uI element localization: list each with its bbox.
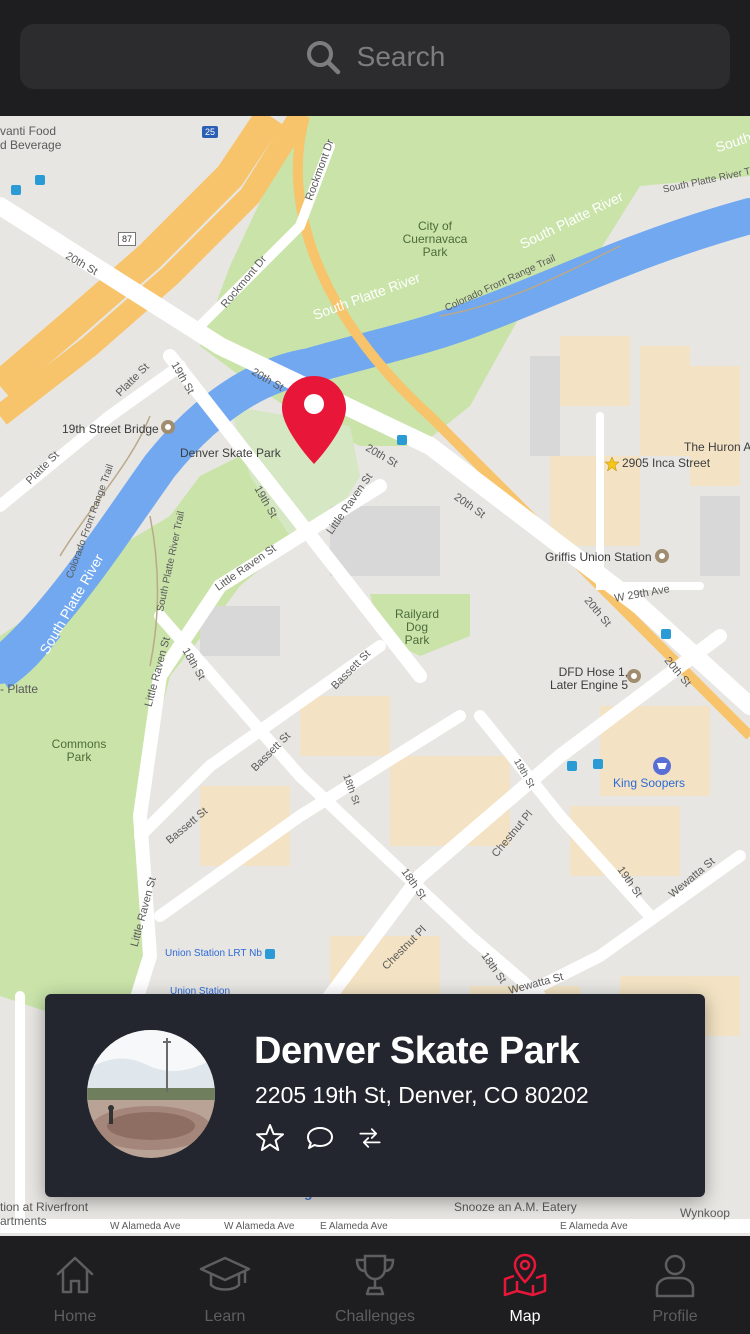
map-label: W Alameda Ave <box>224 1221 295 1232</box>
tab-challenges[interactable]: Challenges <box>300 1236 450 1334</box>
map-label: Railyard Dog Park <box>394 607 439 647</box>
place-name: Denver Skate Park <box>254 1030 580 1072</box>
transit-icon <box>265 949 275 959</box>
map-label: Griffis Union Station <box>545 550 652 564</box>
map-label: Commons Park <box>51 737 107 764</box>
trophy-icon <box>355 1254 395 1296</box>
top-bar: Search <box>0 0 750 116</box>
tab-label: Learn <box>204 1308 246 1325</box>
landmark-marker-icon <box>161 420 175 434</box>
map-label: City of Cuernavaca Park <box>402 219 468 259</box>
map-label: Union Station LRT Nb <box>165 948 262 959</box>
map-label: d Beverage <box>0 138 62 152</box>
map-label: King Soopers <box>613 776 686 790</box>
map-label: 2905 Inca Street <box>622 456 711 470</box>
tab-label: Home <box>53 1308 97 1325</box>
map-label: Snooze an A.M. Eatery <box>454 1200 577 1214</box>
map-label: W Alameda Ave <box>110 1221 181 1232</box>
profile-icon <box>655 1254 695 1298</box>
tab-home[interactable]: Home <box>0 1236 150 1334</box>
place-photo <box>87 1030 215 1158</box>
transit-icon <box>11 185 21 195</box>
search-input[interactable]: Search <box>20 24 730 89</box>
star-marker-icon <box>604 456 620 472</box>
map-label: E Alameda Ave <box>320 1221 388 1232</box>
map-label: artments <box>0 1214 47 1228</box>
landmark-marker-icon <box>655 549 669 563</box>
transit-icon <box>397 435 407 445</box>
map-label: tion at Riverfront <box>0 1200 89 1214</box>
transit-icon <box>35 175 45 185</box>
tab-label: Challenges <box>334 1308 416 1325</box>
tab-map[interactable]: Map <box>450 1236 600 1334</box>
map-icon <box>503 1253 547 1297</box>
tab-label: Map <box>509 1308 541 1325</box>
search-placeholder: Search <box>356 40 446 72</box>
share-icon <box>359 1128 381 1148</box>
tab-learn[interactable]: Learn <box>150 1236 300 1334</box>
map-label: 19th Street Bridge <box>62 422 159 436</box>
place-address: 2205 19th St, Denver, CO 80202 <box>255 1082 589 1108</box>
tab-bar: Home Learn Challenges Map Profile <box>0 1236 750 1334</box>
place-actions <box>255 1122 385 1154</box>
map-pin-icon[interactable] <box>280 374 348 466</box>
landmark-marker-icon <box>627 669 641 683</box>
home-icon <box>56 1256 94 1294</box>
comment-icon <box>307 1127 333 1149</box>
highway-shield: 25 <box>202 126 219 138</box>
tab-label: Profile <box>652 1308 698 1325</box>
map-label: - Platte <box>0 682 39 696</box>
star-icon <box>256 1124 284 1151</box>
transit-icon <box>567 761 577 771</box>
comment-button[interactable] <box>305 1122 335 1154</box>
map-label: Denver Skate Park <box>180 446 281 460</box>
map-label: E Alameda Ave <box>560 1221 628 1232</box>
shopping-marker-icon <box>653 757 671 775</box>
graduation-cap-icon <box>199 1256 251 1291</box>
map-label: Wynkoop <box>680 1206 730 1220</box>
transit-icon <box>593 759 603 769</box>
map-label: The Huron A <box>684 440 750 454</box>
favorite-button[interactable] <box>255 1122 285 1154</box>
map-label: vanti Food <box>0 124 57 138</box>
share-button[interactable] <box>355 1122 385 1154</box>
highway-shield: 87 <box>118 232 137 246</box>
tab-profile[interactable]: Profile <box>600 1236 750 1334</box>
map-label: DFD Hose 1, Later Engine 5 <box>549 665 628 692</box>
place-card[interactable]: Denver Skate Park 2205 19th St, Denver, … <box>45 994 705 1197</box>
search-icon <box>306 40 340 74</box>
transit-icon <box>661 629 671 639</box>
